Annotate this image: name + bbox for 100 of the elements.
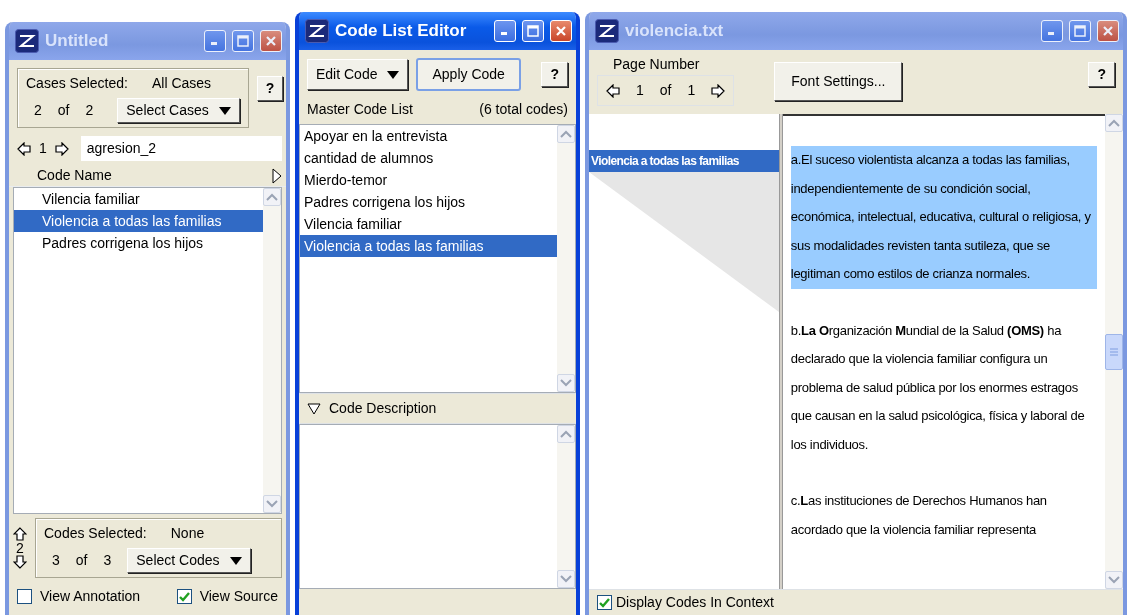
checkbox-label: View Annotation (40, 587, 141, 606)
case-name-field: agresion_2 (80, 136, 282, 161)
scroll-down-button[interactable] (557, 570, 575, 588)
code-list-item[interactable]: Vilencia familiar (300, 213, 557, 235)
code-position: 3 (52, 551, 60, 570)
arrow-left-button[interactable] (606, 83, 620, 98)
total-codes: (6 total codes) (479, 100, 568, 119)
cases-selected-label: Cases Selected: (26, 74, 128, 93)
arrow-right-icon (54, 141, 69, 156)
checkbox-label: Display Codes In Context (616, 593, 774, 612)
page-number: 1 (636, 81, 644, 100)
code-list-item[interactable]: Violencia a todas las familias (300, 235, 557, 257)
checkbox[interactable] (17, 589, 32, 604)
scroll-up-button[interactable] (557, 425, 575, 443)
window-title: violencia.txt (625, 20, 725, 43)
code-list-item[interactable]: cantidad de alumnos (300, 147, 557, 169)
code-description-header[interactable]: Code Description (299, 393, 576, 424)
maximize-icon (1074, 25, 1086, 37)
maximize-icon (527, 25, 539, 37)
margin-code-label[interactable]: Violencia a todas las familias (589, 150, 779, 172)
case-total: 2 (85, 101, 94, 120)
close-button[interactable] (260, 30, 282, 52)
close-icon (555, 25, 567, 37)
codes-selected-value: None (170, 524, 205, 543)
arrow-left-icon (606, 83, 620, 98)
paragraph: a.El suceso violentista alcanza a todas las familias, independientemente de su condición social, económica, intelectual, educativa, cultural o religiosa, y sus modalidades revisten tanta sutileza, que se legitiman como estilos de crianza normales. (790, 146, 1097, 289)
scrollbar[interactable] (557, 125, 575, 392)
select-cases-dropdown[interactable]: Select Cases (117, 98, 240, 123)
scroll-up-button[interactable] (1105, 114, 1123, 132)
paragraph: b.La Organización Mundial de la Salud (OMS) ha declarado que la violencia familiar configura un problema de salud pública por los enormes estragos que causan en la salud psicológica, física y laboral de los individuos. (790, 321, 1086, 454)
chevron-up-icon (560, 430, 572, 438)
close-button[interactable] (550, 20, 572, 42)
grip-icon (1109, 347, 1119, 356)
caret-icon (218, 106, 231, 115)
maximize-button[interactable] (232, 30, 254, 52)
scroll-down-button[interactable] (1105, 571, 1123, 589)
code-list-item[interactable]: Padres corrigena los hijos (300, 191, 557, 213)
code-list-item[interactable]: Padres corrigena los hijos (14, 232, 263, 254)
scroll-thumb[interactable] (1105, 333, 1123, 370)
of-label: of (659, 81, 672, 100)
expand-arrow-icon (272, 167, 282, 184)
code-list-item[interactable]: Vilencia familiar (14, 188, 263, 210)
arrow-up-icon (13, 527, 27, 541)
close-icon (265, 35, 277, 47)
apply-code-button[interactable]: Apply Code (416, 58, 521, 91)
help-button[interactable]: ? (1088, 62, 1115, 87)
scrollbar[interactable] (1105, 114, 1123, 589)
checkbox[interactable] (176, 589, 192, 604)
maximize-button[interactable] (1069, 20, 1091, 42)
arrow-left-button[interactable] (17, 141, 31, 156)
chevron-up-icon (266, 193, 278, 201)
codes-selected-label: Codes Selected: (44, 524, 147, 543)
font-settings-button[interactable]: Font Settings... (774, 62, 903, 101)
chevron-down-icon (560, 379, 572, 387)
app-logo-icon (15, 29, 39, 53)
checkbox[interactable] (597, 595, 612, 610)
chevron-up-icon (560, 130, 572, 138)
app-logo-icon (595, 19, 619, 43)
scroll-up-button[interactable] (557, 125, 575, 143)
arrow-up-button[interactable] (13, 527, 27, 541)
caret-icon (387, 70, 400, 79)
page-label: Page Number (612, 55, 701, 74)
minimize-button[interactable] (204, 30, 226, 52)
scroll-down-button[interactable] (263, 495, 281, 513)
checkmark-icon (599, 597, 610, 608)
close-button[interactable] (1097, 20, 1119, 42)
scroll-down-button[interactable] (557, 374, 575, 392)
maximize-button[interactable] (522, 20, 544, 42)
list-label: Master Code List (307, 100, 413, 119)
case-number: 1 (39, 139, 47, 158)
code-description-field[interactable] (299, 424, 576, 589)
paragraph: c.Las instituciones de Derechos Humanos han acordado que la violencia familiar representa (790, 492, 1048, 539)
help-button[interactable]: ? (256, 76, 284, 101)
minimize-button[interactable] (494, 20, 516, 42)
arrow-down-button[interactable] (13, 555, 27, 569)
close-icon (1102, 25, 1114, 37)
code-list-item[interactable]: Mierdo-temor (300, 169, 557, 191)
checkbox-label: View Source (199, 587, 278, 606)
code-list-item[interactable]: Apoyar en la entrevista (300, 125, 557, 147)
cases-selected-value: All Cases (151, 74, 212, 93)
scrollbar[interactable] (263, 188, 281, 513)
chevron-down-icon (266, 500, 278, 508)
code-list-item[interactable]: Violencia a todas las familias (14, 210, 263, 232)
maximize-icon (237, 35, 249, 47)
app-logo-icon (305, 19, 329, 43)
caret-icon (229, 556, 242, 565)
help-button[interactable]: ? (541, 62, 568, 87)
scroll-up-button[interactable] (263, 188, 281, 206)
code-step: 2 (16, 541, 24, 555)
scrollbar[interactable] (557, 425, 575, 588)
minimize-button[interactable] (1041, 20, 1063, 42)
select-codes-dropdown[interactable]: Select Codes (127, 548, 251, 573)
checkmark-icon (178, 591, 190, 602)
arrow-left-icon (17, 141, 31, 156)
chevron-down-icon (1108, 576, 1120, 584)
edit-code-dropdown[interactable]: Edit Code (307, 59, 409, 90)
arrow-right-button[interactable] (54, 141, 69, 156)
window-title: Code List Editor (335, 20, 468, 43)
arrow-right-button[interactable] (711, 83, 726, 98)
of-label: of (75, 551, 88, 570)
